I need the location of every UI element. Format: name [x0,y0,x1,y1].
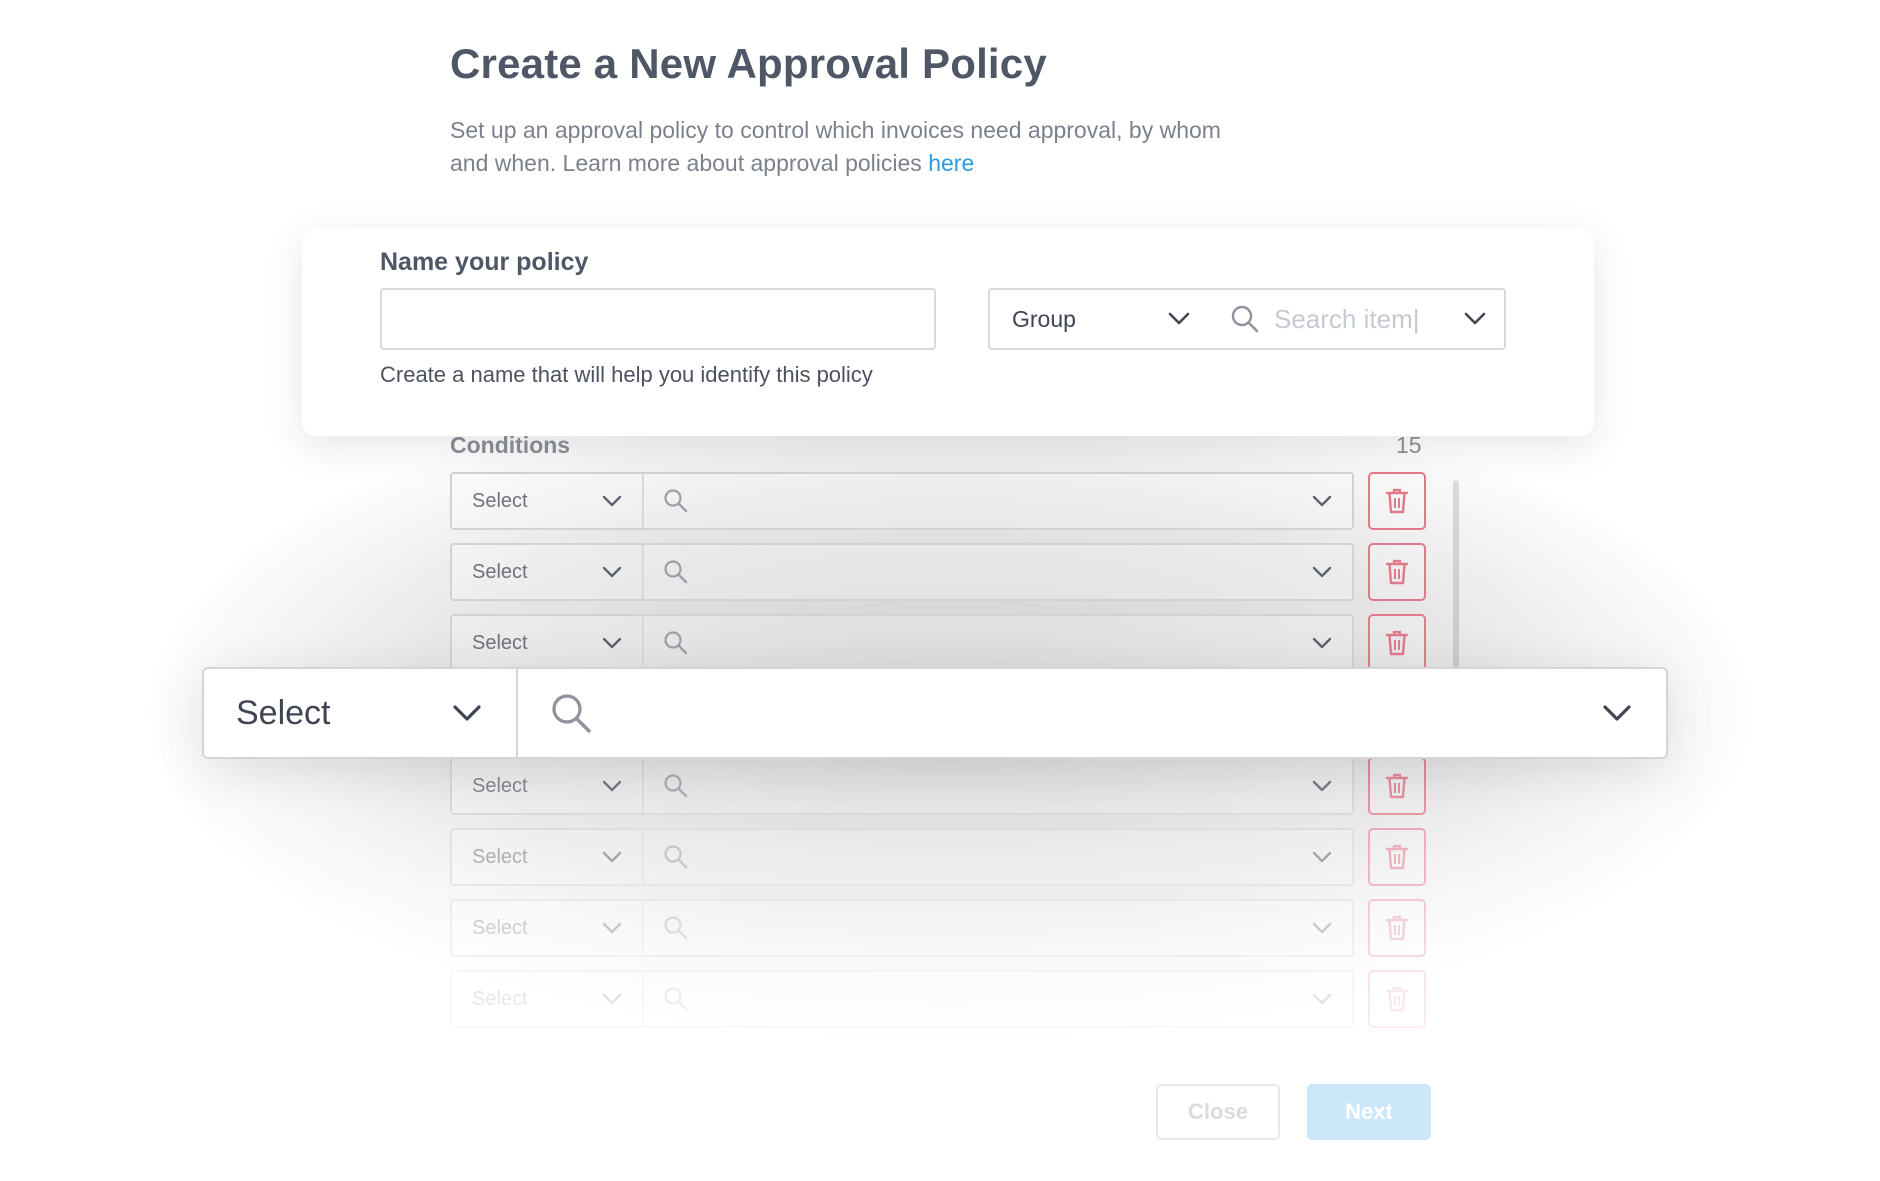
condition-select[interactable]: Select [450,899,644,957]
delete-condition-button[interactable] [1368,614,1426,672]
chevron-down-icon [602,566,622,578]
policy-name-label: Name your policy [380,248,589,276]
next-button[interactable]: Next [1307,1084,1431,1140]
focused-condition-select[interactable]: Select [204,669,518,757]
search-icon [663,915,689,941]
condition-select-label: Select [472,845,528,868]
chevron-down-icon [1312,922,1332,934]
delete-condition-button[interactable] [1368,543,1426,601]
condition-search[interactable] [643,614,1354,672]
delete-condition-button[interactable] [1368,472,1426,530]
chevron-down-icon [602,922,622,934]
trash-icon [1385,985,1409,1013]
condition-row: Select [450,472,1426,530]
condition-select-label: Select [472,631,528,654]
condition-select-label: Select [472,774,528,797]
chevron-down-icon [602,780,622,792]
group-search-field[interactable]: Search item| [1208,288,1506,350]
condition-select[interactable]: Select [450,472,644,530]
search-icon [663,488,689,514]
focused-condition-search[interactable] [518,669,1666,757]
chevron-down-icon [1464,312,1486,326]
condition-search[interactable] [643,970,1354,1028]
search-icon [1230,304,1260,334]
condition-select-label: Select [472,916,528,939]
search-placeholder: Search item| [1274,303,1420,334]
chevron-down-icon [602,851,622,863]
page-title: Create a New Approval Policy [450,40,1047,87]
search-icon [663,986,689,1012]
chevron-down-icon [602,993,622,1005]
condition-select[interactable]: Select [450,828,644,886]
condition-search[interactable] [643,899,1354,957]
focused-condition-select-label: Select [236,693,331,732]
learn-more-link[interactable]: here [928,150,974,176]
condition-select[interactable]: Select [450,614,644,672]
condition-row: Select [450,970,1426,1028]
chevron-down-icon [1602,704,1632,722]
chevron-down-icon [602,495,622,507]
trash-icon [1385,843,1409,871]
search-icon [550,692,592,734]
chevron-down-icon [1312,993,1332,1005]
chevron-down-icon [1312,780,1332,792]
chevron-down-icon [1168,312,1190,326]
chevron-down-icon [1312,495,1332,507]
condition-row: Select [450,543,1426,601]
condition-search[interactable] [643,757,1354,815]
chevron-down-icon [602,637,622,649]
trash-icon [1385,914,1409,942]
trash-icon [1385,772,1409,800]
delete-condition-button[interactable] [1368,757,1426,815]
condition-row: Select [450,899,1426,957]
focused-condition-row[interactable]: Select [202,667,1668,759]
search-icon [663,773,689,799]
condition-row: Select [450,757,1426,815]
policy-name-card: Name your policy Create a name that will… [302,228,1594,436]
group-select-value: Group [1012,305,1076,332]
conditions-scrollbar[interactable] [1453,480,1459,670]
conditions-label: Conditions [450,432,571,458]
trash-icon [1385,558,1409,586]
condition-search[interactable] [643,828,1354,886]
trash-icon [1385,487,1409,515]
condition-select[interactable]: Select [450,970,644,1028]
page-description: Set up an approval policy to control whi… [450,114,1230,180]
chevron-down-icon [1312,637,1332,649]
search-icon [663,630,689,656]
policy-name-input[interactable] [380,288,936,350]
condition-row: Select [450,828,1426,886]
conditions-count: 15 [1396,432,1422,458]
condition-select-label: Select [472,987,528,1010]
policy-name-helper: Create a name that will help you identif… [380,362,873,387]
search-icon [663,844,689,870]
condition-select-label: Select [472,489,528,512]
trash-icon [1385,629,1409,657]
condition-search[interactable] [643,472,1354,530]
description-text: Set up an approval policy to control whi… [450,117,1221,176]
condition-search[interactable] [643,543,1354,601]
chevron-down-icon [1312,566,1332,578]
delete-condition-button[interactable] [1368,899,1426,957]
delete-condition-button[interactable] [1368,828,1426,886]
group-select[interactable]: Group [988,288,1210,350]
delete-condition-button[interactable] [1368,970,1426,1028]
condition-select[interactable]: Select [450,543,644,601]
condition-select-label: Select [472,560,528,583]
chevron-down-icon [1312,851,1332,863]
condition-row: Select [450,614,1426,672]
close-button[interactable]: Close [1156,1084,1280,1140]
condition-select[interactable]: Select [450,757,644,815]
search-icon [663,559,689,585]
chevron-down-icon [452,704,482,722]
